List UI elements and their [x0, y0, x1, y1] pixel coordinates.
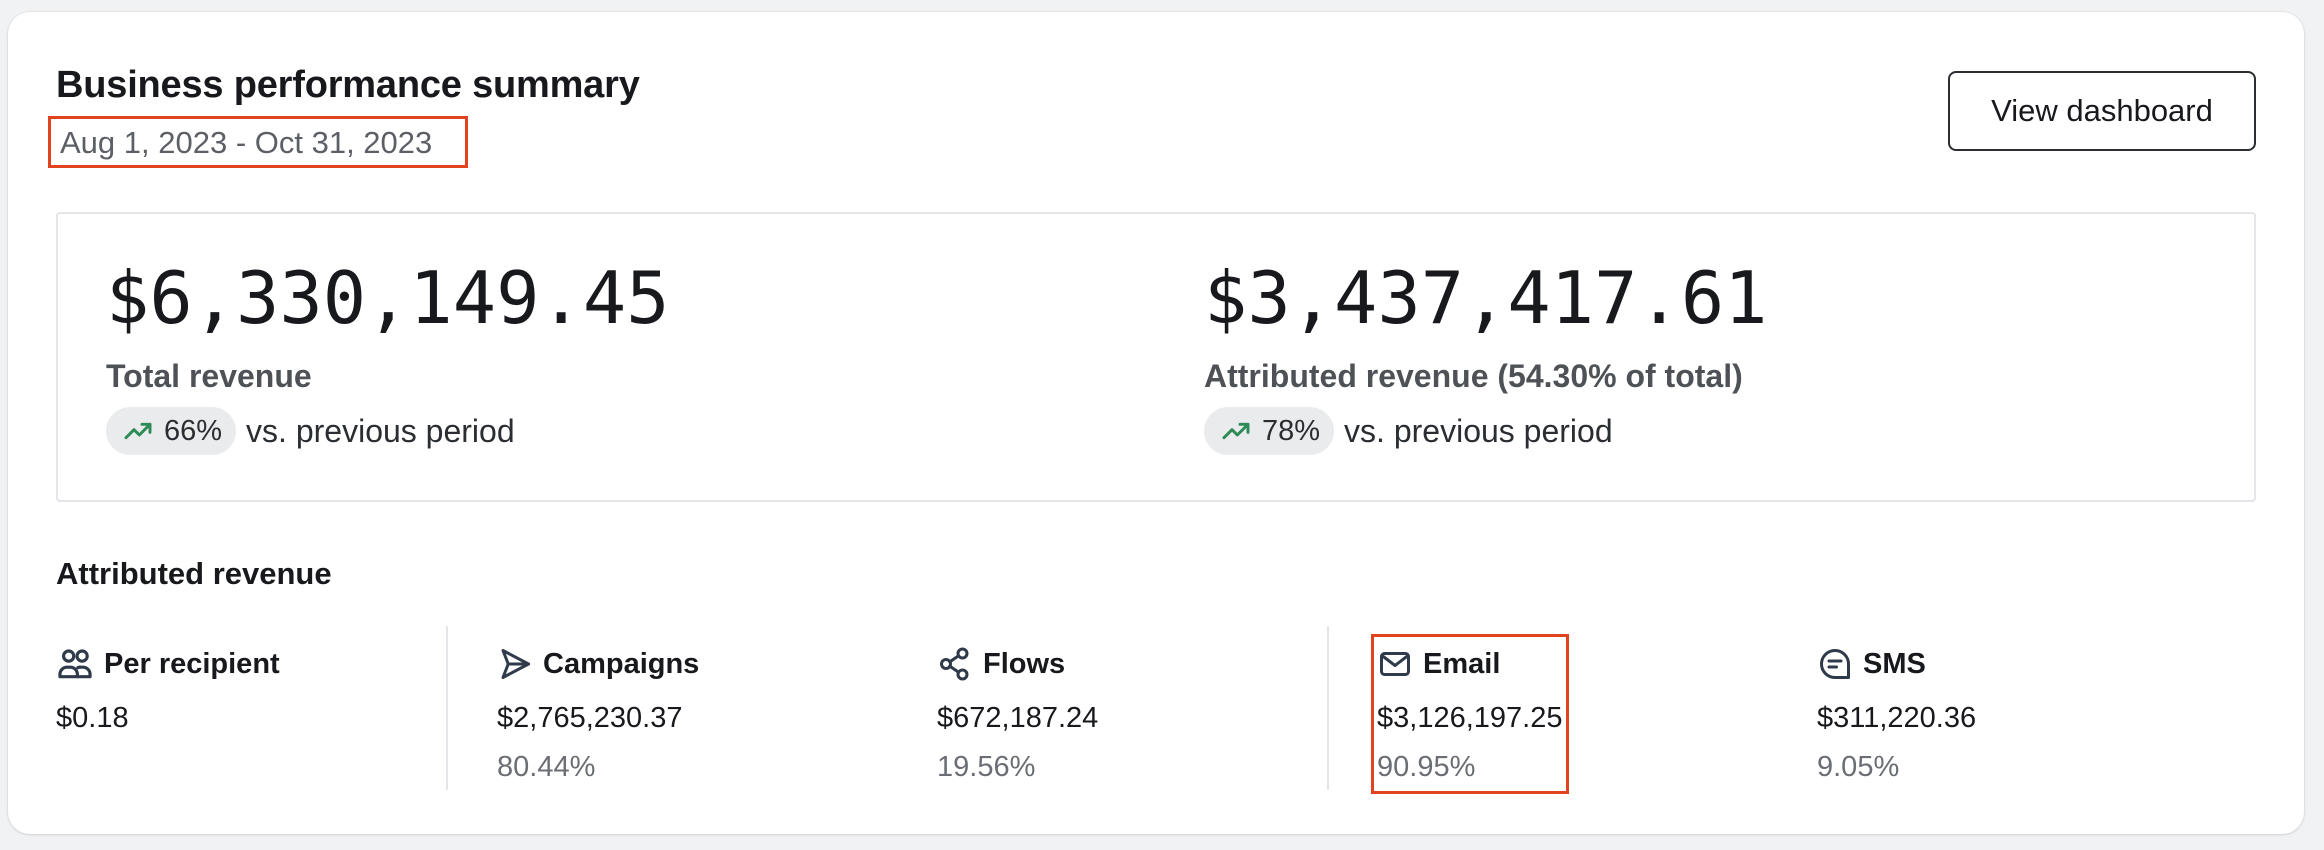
comparison-text: vs. previous period [1344, 412, 1613, 449]
change-badge: 78% [1204, 407, 1335, 455]
change-percent: 78% [1262, 414, 1321, 447]
date-range: Aug 1, 2023 - Oct 31, 2023 [60, 125, 433, 160]
channel-flows: Flows $672,187.24 19.56% [937, 644, 1098, 784]
change-badge: 66% [106, 407, 237, 455]
sms-icon [1820, 649, 1850, 679]
total-revenue-label: Total revenue [106, 358, 312, 394]
channel-percent: 9.05% [1817, 751, 1900, 783]
channel-sms: SMS $311,220.36 9.05% [1817, 644, 1976, 784]
attributed-revenue-amount: $3,437,417.61 [1204, 256, 1768, 340]
attributed-revenue-label: Attributed revenue (54.30% of total) [1204, 358, 1743, 394]
channel-percent: 80.44% [497, 751, 596, 783]
page-title: Business performance summary [56, 64, 640, 106]
channel-name: Per recipient [104, 647, 280, 680]
channel-campaigns: Campaigns $2,765,230.37 80.44% [497, 644, 699, 784]
trend-up-icon [124, 422, 152, 440]
attributed-revenue-metric: $3,437,417.61 Attributed revenue (54.30%… [1204, 262, 1768, 455]
channel-value: $311,220.36 [1817, 702, 1977, 734]
channel-value: $0.18 [56, 702, 129, 734]
total-revenue-change: 66% vs. previous period [106, 407, 670, 455]
attributed-revenue-change: 78% vs. previous period [1204, 407, 1768, 455]
channel-name: Campaigns [543, 647, 700, 680]
revenue-summary-box: $6,330,149.45 Total revenue 66% vs. prev… [56, 212, 2256, 502]
people-icon [58, 649, 92, 679]
channel-per-recipient: Per recipient $0.18 [56, 644, 280, 735]
total-revenue-amount: $6,330,149.45 [106, 256, 670, 340]
total-revenue-metric: $6,330,149.45 Total revenue 66% vs. prev… [106, 262, 670, 455]
channel-value: $672,187.24 [937, 702, 1099, 734]
attributed-revenue-section-title: Attributed revenue [56, 556, 332, 591]
view-dashboard-button[interactable]: View dashboard [1948, 71, 2256, 151]
channel-value: $2,765,230.37 [497, 702, 683, 734]
change-percent: 66% [164, 414, 223, 447]
divider [1327, 626, 1329, 790]
channel-name: SMS [1863, 647, 1926, 680]
channel-percent: 19.56% [937, 751, 1036, 783]
email-highlight [1371, 634, 1569, 794]
flows-icon [940, 647, 969, 681]
divider [446, 626, 448, 790]
channel-name: Flows [983, 647, 1066, 680]
send-icon [501, 649, 530, 679]
date-range-highlight: Aug 1, 2023 - Oct 31, 2023 [48, 116, 468, 168]
comparison-text: vs. previous period [246, 412, 515, 449]
trend-up-icon [1222, 422, 1250, 440]
